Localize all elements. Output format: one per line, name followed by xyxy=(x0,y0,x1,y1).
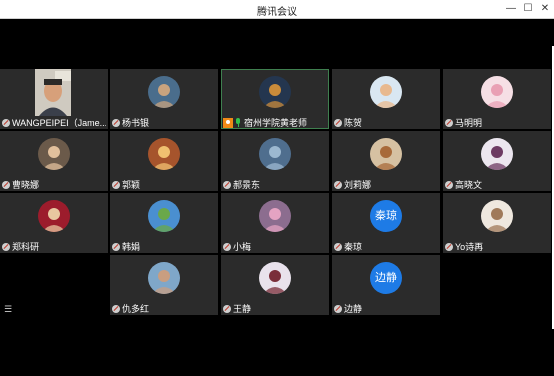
mic-muted-icon xyxy=(112,304,120,313)
participant-name: 韩娟 xyxy=(122,242,141,252)
participant-tile[interactable]: 曹晓娜 xyxy=(0,131,108,191)
participant-tile[interactable]: 边静 边静 xyxy=(332,255,440,315)
participant-name: 郭颖 xyxy=(122,180,141,190)
participant-tile[interactable]: 杨书银 xyxy=(110,69,218,129)
participant-tile[interactable]: 王静 xyxy=(221,255,329,315)
mic-muted-icon xyxy=(2,180,10,189)
close-button[interactable]: ✕ xyxy=(537,1,553,16)
participant-tile[interactable]: 刘莉娜 xyxy=(332,131,440,191)
participant-avatar xyxy=(370,138,402,170)
participant-name: WANGPEIPEI（Jame... xyxy=(12,118,106,128)
video-grid-area: WANGPEIPEI（Jame... 杨书银 宿州学院黄老师 陈贺 马明明曹晓娜 郭颖 郝景… xyxy=(0,19,554,376)
participant-tile[interactable]: WANGPEIPEI（Jame... xyxy=(0,69,108,129)
participant-avatar xyxy=(481,200,513,232)
minimize-button[interactable]: — xyxy=(503,1,519,16)
participant-avatar xyxy=(259,76,291,108)
participant-name: 刘莉娜 xyxy=(344,180,372,190)
participant-avatar xyxy=(259,262,291,294)
mic-muted-icon xyxy=(334,304,342,313)
participant-name: 杨书银 xyxy=(122,118,150,128)
participant-avatar: 秦琼 xyxy=(370,200,402,232)
participant-tile[interactable]: 高晓文 xyxy=(443,131,551,191)
participant-label: 郝景东 xyxy=(223,179,260,190)
participant-label: Yo诗再 xyxy=(445,241,483,252)
participant-tile[interactable]: 秦琼 秦琼 xyxy=(332,193,440,253)
menu-icon[interactable]: ☰ xyxy=(4,304,12,315)
participant-label: WANGPEIPEI（Jame... xyxy=(2,117,106,128)
mic-on-icon xyxy=(235,118,242,127)
participant-label: 小梅 xyxy=(223,241,251,252)
participant-label: 秦琼 xyxy=(334,241,362,252)
participant-name: 小梅 xyxy=(233,242,252,252)
participant-label: 韩娟 xyxy=(112,241,140,252)
participant-avatar xyxy=(481,138,513,170)
participant-label: 边静 xyxy=(334,303,362,314)
mic-muted-icon xyxy=(112,242,120,251)
participant-tile[interactable]: 仇多红 xyxy=(110,255,218,315)
participant-avatar xyxy=(148,200,180,232)
participant-tile[interactable]: 郭颖 xyxy=(110,131,218,191)
participant-name: 仇多红 xyxy=(122,304,150,314)
participant-video xyxy=(35,69,71,116)
participant-name: 秦琼 xyxy=(344,242,363,252)
mic-muted-icon xyxy=(334,118,342,127)
host-icon xyxy=(223,117,233,128)
mic-muted-icon xyxy=(2,118,10,127)
participant-name: 马明明 xyxy=(455,118,483,128)
participant-name: 郑科研 xyxy=(12,242,40,252)
participant-tile[interactable]: 陈贺 xyxy=(332,69,440,129)
participant-name: 陈贺 xyxy=(344,118,363,128)
participant-avatar: 边静 xyxy=(370,262,402,294)
maximize-button[interactable]: ☐ xyxy=(520,1,536,16)
mic-muted-icon xyxy=(223,304,231,313)
participant-name: 边静 xyxy=(344,304,363,314)
participant-label: 高晓文 xyxy=(445,179,482,190)
participant-tile[interactable]: Yo诗再 xyxy=(443,193,551,253)
participant-name: Yo诗再 xyxy=(455,242,484,252)
participant-tile[interactable]: 马明明 xyxy=(443,69,551,129)
participant-label: 宿州学院黄老师 xyxy=(223,117,307,128)
participant-label: 陈贺 xyxy=(334,117,362,128)
participant-name: 郝景东 xyxy=(233,180,261,190)
participant-name: 曹晓娜 xyxy=(12,180,40,190)
mic-muted-icon xyxy=(445,242,453,251)
participant-tile[interactable]: 郑科研 xyxy=(0,193,108,253)
mic-muted-icon xyxy=(445,180,453,189)
window-title: 腾讯会议 xyxy=(257,7,297,18)
mic-muted-icon xyxy=(223,242,231,251)
participant-avatar xyxy=(38,200,70,232)
mic-muted-icon xyxy=(112,180,120,189)
participant-label: 郭颖 xyxy=(112,179,140,190)
mic-muted-icon xyxy=(112,118,120,127)
participant-label: 马明明 xyxy=(445,117,482,128)
participant-tile[interactable]: 宿州学院黄老师 xyxy=(221,69,329,129)
participant-tile[interactable]: 小梅 xyxy=(221,193,329,253)
participant-label: 曹晓娜 xyxy=(2,179,39,190)
mic-muted-icon xyxy=(445,118,453,127)
participant-avatar xyxy=(38,138,70,170)
mic-muted-icon xyxy=(2,242,10,251)
participant-tile[interactable]: 郝景东 xyxy=(221,131,329,191)
participant-avatar xyxy=(148,138,180,170)
participant-label: 刘莉娜 xyxy=(334,179,371,190)
participant-avatar xyxy=(148,262,180,294)
participant-avatar xyxy=(481,76,513,108)
mic-muted-icon xyxy=(334,242,342,251)
mic-muted-icon xyxy=(334,180,342,189)
participant-avatar xyxy=(370,76,402,108)
participant-label: 杨书银 xyxy=(112,117,149,128)
participant-label: 王静 xyxy=(223,303,251,314)
participant-avatar xyxy=(148,76,180,108)
participant-name: 高晓文 xyxy=(455,180,483,190)
participant-label: 郑科研 xyxy=(2,241,39,252)
participant-name: 王静 xyxy=(233,304,252,314)
participant-name: 宿州学院黄老师 xyxy=(244,118,308,128)
participant-avatar xyxy=(259,200,291,232)
mic-muted-icon xyxy=(223,180,231,189)
title-bar: 腾讯会议 — ☐ ✕ xyxy=(0,0,554,19)
participant-avatar xyxy=(259,138,291,170)
participant-tile[interactable]: 韩娟 xyxy=(110,193,218,253)
participant-label: 仇多红 xyxy=(112,303,149,314)
